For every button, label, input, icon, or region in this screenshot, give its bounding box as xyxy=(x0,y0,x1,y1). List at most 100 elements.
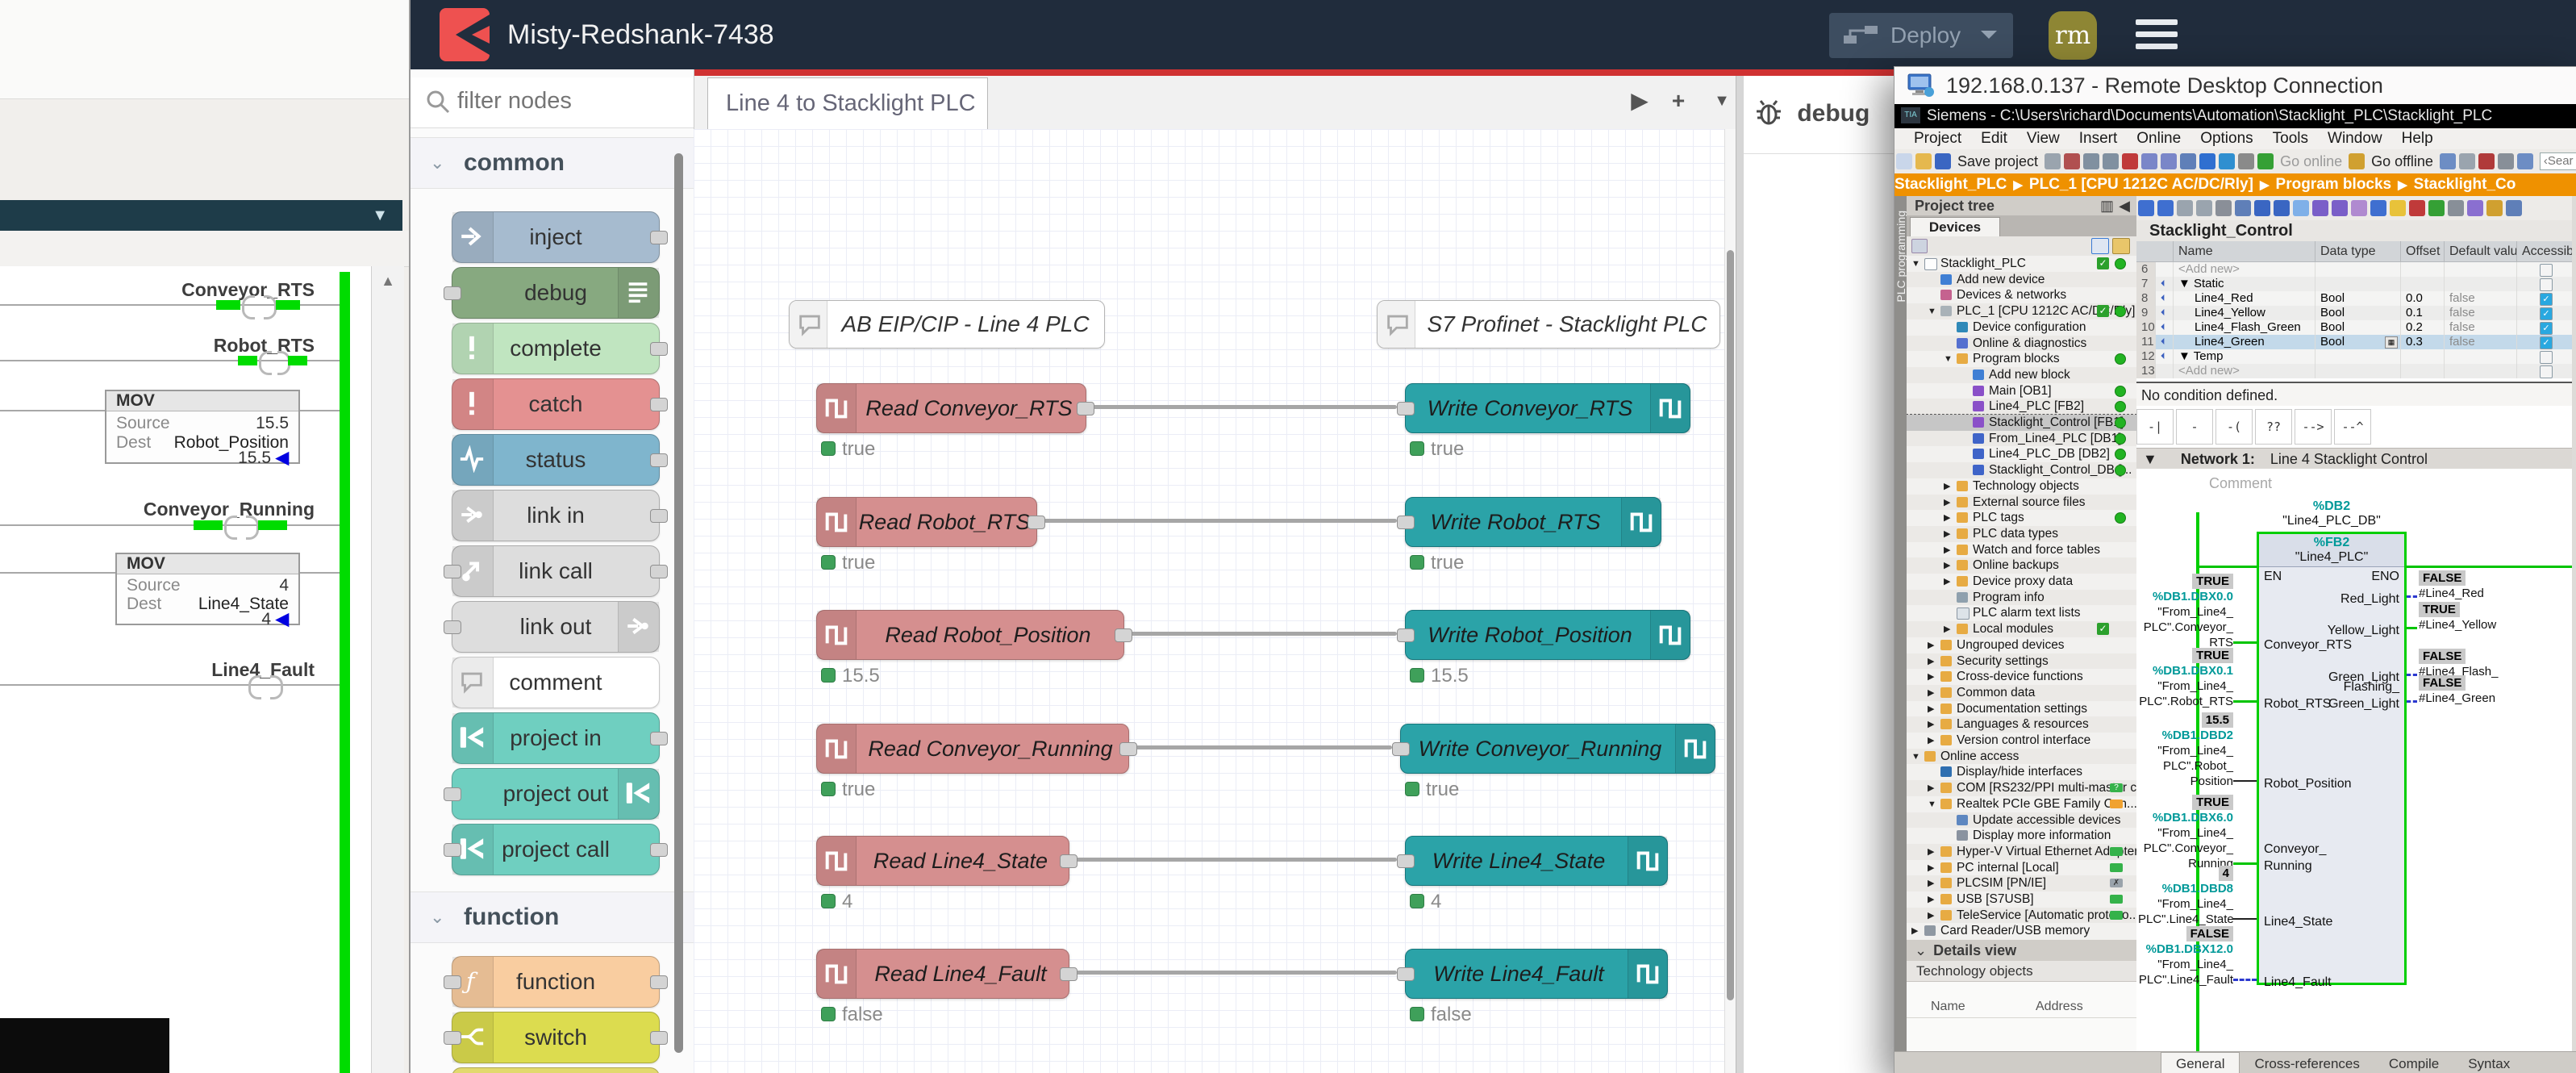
fb-call-box[interactable]: %FB2"Line4_PLC"ENENOConveyor_RTSRobot_RT… xyxy=(2257,532,2407,985)
menu-insert[interactable]: Insert xyxy=(2079,128,2118,149)
toolbar-icon[interactable] xyxy=(2498,153,2514,169)
input-port[interactable] xyxy=(1392,742,1410,756)
palette-node-debug[interactable]: debug xyxy=(452,267,660,319)
search-project-input[interactable]: ‹Sear xyxy=(2540,152,2576,170)
tree-item-program-info[interactable]: Program info xyxy=(1907,590,2136,606)
tree-item-technology-objects[interactable]: ▶Technology objects xyxy=(1907,478,2136,495)
var-datatype[interactable]: Bool▦ xyxy=(2315,335,2401,349)
input-port[interactable] xyxy=(444,843,461,857)
menu-window[interactable]: Window xyxy=(2328,128,2382,149)
deploy-button[interactable]: Deploy xyxy=(1829,13,2013,58)
tree-item-pc-internal-local-[interactable]: ▶PC internal [Local] xyxy=(1907,860,2136,876)
chevron-down-icon[interactable]: ▼ xyxy=(372,207,388,225)
output-port[interactable] xyxy=(1115,628,1132,642)
tree-item-add-new-block[interactable]: Add new block xyxy=(1907,367,2136,383)
tree-item-plcsim-pn-ie-[interactable]: ▶PLCSIM [PN/IE]✗ xyxy=(1907,875,2136,891)
tab-compile[interactable]: Compile xyxy=(2374,1053,2453,1073)
tree-item-realtek-pcie-gbe-family-con-[interactable]: ▼Realtek PCIe GBE Family Con... xyxy=(1907,796,2136,812)
tia-titlebar[interactable]: TIASiemens - C:\Users\richard\Documents\… xyxy=(1894,104,2576,128)
node-Read-Conveyor_RTS[interactable]: Read Conveyor_RTS xyxy=(816,383,1086,433)
tree-item-external-source-files[interactable]: ▶External source files xyxy=(1907,495,2136,511)
expander-icon[interactable]: ▶ xyxy=(1928,844,1934,860)
tree-item-main-ob1-[interactable]: Main [OB1] xyxy=(1907,383,2136,399)
tree-item-plc-data-types[interactable]: ▶PLC data types xyxy=(1907,526,2136,542)
lad-instruction-button[interactable]: --> xyxy=(2295,409,2332,445)
expander-icon[interactable]: ▶ xyxy=(1928,875,1934,891)
toolbar-icon[interactable] xyxy=(2141,153,2157,169)
var-name[interactable]: Line4_Yellow xyxy=(2174,306,2315,320)
var-name[interactable]: <Add new> xyxy=(2174,262,2315,277)
tree-item-stacklight-plc[interactable]: ▼Stacklight_PLC✓ xyxy=(1907,256,2136,272)
toolbar-icon[interactable] xyxy=(2215,200,2232,216)
output-port[interactable] xyxy=(650,975,668,989)
input-port[interactable] xyxy=(1397,402,1415,415)
tree-item-online-diagnostics[interactable]: Online & diagnostics xyxy=(1907,336,2136,352)
palette-node-status[interactable]: status xyxy=(452,434,660,486)
tree-item-com-rs232-ppi-multi-master-c-[interactable]: ▶COM [RS232/PPI multi-master c...? xyxy=(1907,780,2136,796)
add-flow-icon[interactable]: + xyxy=(1661,76,1696,129)
var-datatype[interactable] xyxy=(2315,262,2401,277)
toolbar-icon[interactable] xyxy=(2370,200,2386,216)
palette-node-project-call[interactable]: project call xyxy=(452,824,660,875)
expander-icon[interactable]: ▼ xyxy=(1911,256,1920,272)
tree-item-cross-device-functions[interactable]: ▶Cross-device functions xyxy=(1907,669,2136,685)
palette-node-catch[interactable]: catch xyxy=(452,378,660,430)
tree-item-watch-and-force-tables[interactable]: ▶Watch and force tables xyxy=(1907,542,2136,558)
node-Write-Conveyor_RTS[interactable]: Write Conveyor_RTS xyxy=(1405,383,1690,433)
flow-canvas[interactable]: AB EIP/CIP - Line 4 PLCS7 Profinet - Sta… xyxy=(694,129,1724,1073)
palette-category-common[interactable]: ⌄ common xyxy=(411,137,694,189)
expand-tabs-icon[interactable]: ▶ xyxy=(1622,76,1657,129)
tab-cross-references[interactable]: Cross-references xyxy=(2240,1053,2374,1073)
palette-scrollbar[interactable] xyxy=(674,153,683,1053)
var-datatype[interactable]: Bool xyxy=(2315,291,2401,306)
toolbar-icon[interactable] xyxy=(2138,200,2154,216)
toolbar-icon[interactable] xyxy=(2293,200,2309,216)
toolbar-icon[interactable] xyxy=(2161,153,2177,169)
expander-icon[interactable]: ▶ xyxy=(1928,733,1934,749)
table-header-default-value[interactable]: Default value xyxy=(2445,241,2517,262)
tree-item-stacklight-control-db-[interactable]: Stacklight_Control_DB [... xyxy=(1907,462,2136,478)
menu-options[interactable]: Options xyxy=(2200,128,2253,149)
expander-icon[interactable]: ▶ xyxy=(1944,478,1950,495)
go-offline-button[interactable]: Go offline xyxy=(2371,149,2433,173)
output-port[interactable] xyxy=(650,732,668,745)
tree-item-add-new-device[interactable]: Add new device xyxy=(1907,272,2136,288)
toolbar-icon[interactable] xyxy=(2409,200,2425,216)
tree-item-teleservice-automatic-protoco-[interactable]: ▶TeleService [Automatic protoco... xyxy=(1907,908,2136,924)
accessible-checkbox[interactable] xyxy=(2540,365,2553,378)
editor-scrollbar[interactable] xyxy=(2572,196,2576,1051)
var-datatype[interactable]: Bool xyxy=(2315,306,2401,320)
palette-category-function[interactable]: ⌄ function xyxy=(411,891,694,943)
toolbar-icon[interactable] xyxy=(2045,153,2061,169)
palette-node-inject[interactable]: inject xyxy=(452,211,660,263)
output-port[interactable] xyxy=(650,565,668,578)
toolbar-icon[interactable] xyxy=(2517,153,2533,169)
toolbar-icon[interactable] xyxy=(2486,200,2503,216)
toolbar-icon[interactable] xyxy=(2349,153,2365,169)
toolbar-icon[interactable] xyxy=(1896,153,1912,169)
toolbar-icon[interactable] xyxy=(2103,153,2119,169)
tree-item-plc-1-cpu-1212c-ac-dc-rly-[interactable]: ▼PLC_1 [CPU 1212C AC/DC/Rly]✓ xyxy=(1907,303,2136,319)
toolbar-icon[interactable] xyxy=(2122,153,2138,169)
toolbar-icon[interactable] xyxy=(2196,200,2212,216)
palette-search[interactable] xyxy=(411,77,694,128)
accessible-checkbox[interactable]: ✓ xyxy=(2540,336,2553,349)
comment-node[interactable]: AB EIP/CIP - Line 4 PLC xyxy=(789,300,1105,349)
output-port[interactable] xyxy=(650,453,668,467)
tree-item-stacklight-control-fb1-[interactable]: Stacklight_Control [FB1] xyxy=(1907,415,2136,431)
tree-item-online-access[interactable]: ▼Online access xyxy=(1907,749,2136,765)
toolbar-icon[interactable] xyxy=(2478,153,2495,169)
accessible-checkbox[interactable] xyxy=(2540,264,2553,277)
tree-item-from-line4-plc-db1-[interactable]: From_Line4_PLC [DB1] xyxy=(1907,431,2136,447)
input-port[interactable] xyxy=(1397,516,1415,529)
expander-icon[interactable]: ▼ xyxy=(1944,351,1953,367)
node-Write-Robot_Position[interactable]: Write Robot_Position xyxy=(1405,610,1690,660)
palette-node-function[interactable]: ƒfunction xyxy=(452,956,660,1008)
datatype-dropdown-button[interactable]: ▦ xyxy=(2385,336,2398,349)
toolbar-icon[interactable] xyxy=(2428,200,2445,216)
rdp-titlebar[interactable]: 192.168.0.137 - Remote Desktop Connectio… xyxy=(1894,67,2576,105)
expander-icon[interactable]: ▶ xyxy=(1928,780,1934,796)
tree-item-display-hide-interfaces[interactable]: Display/hide interfaces xyxy=(1907,764,2136,780)
lad-instruction-button[interactable]: -| |- xyxy=(2136,409,2174,445)
expander-icon[interactable]: ▶ xyxy=(1928,891,1934,908)
